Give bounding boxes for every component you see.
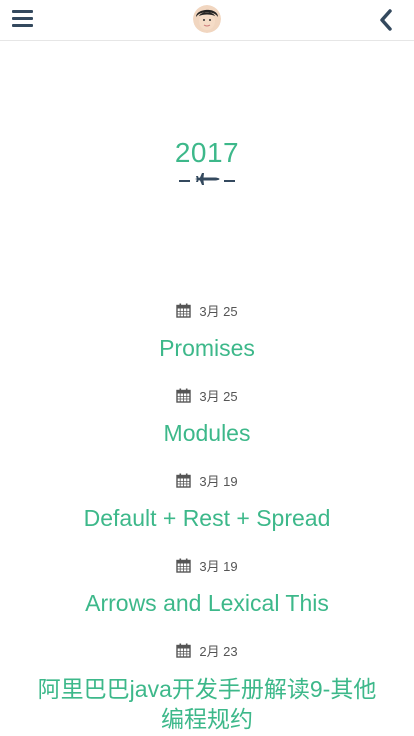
post-item: 3月 19 Default + Rest + Spread: [0, 468, 414, 553]
calendar-icon: [176, 558, 192, 573]
archive-year: 2017: [174, 137, 240, 168]
post-date-text: 2月 23: [199, 643, 238, 659]
post-title-link[interactable]: Modules: [0, 419, 414, 447]
post-list: 3月 25 Promises 3月 25 Modules 3月 19 Defau…: [0, 298, 414, 732]
post-date-text: 3月 25: [199, 303, 238, 319]
divider-dash-left: [179, 180, 190, 182]
post-date: 3月 25: [0, 383, 414, 407]
post-date-text: 3月 25: [199, 388, 238, 404]
post-title-link[interactable]: Arrows and Lexical This: [0, 589, 414, 617]
post-date: 3月 19: [0, 468, 414, 492]
post-title-link[interactable]: 阿里巴巴java开发手册解读9-其他编程规约: [0, 674, 414, 734]
chevron-left-icon[interactable]: [378, 9, 394, 31]
calendar-icon: [176, 473, 192, 488]
avatar[interactable]: [193, 5, 221, 33]
year-divider: [0, 171, 414, 191]
airplane-icon: [194, 171, 220, 192]
calendar-icon: [176, 643, 192, 658]
post-item: 3月 25 Promises: [0, 298, 414, 383]
archive-year-section: 2017: [0, 137, 414, 191]
post-item: 3月 25 Modules: [0, 383, 414, 468]
post-date: 3月 25: [0, 298, 414, 322]
post-title-link[interactable]: Promises: [0, 334, 414, 362]
hamburger-menu-icon[interactable]: [12, 10, 34, 30]
post-date: 3月 19: [0, 553, 414, 577]
post-date-text: 3月 19: [199, 558, 238, 574]
calendar-icon: [176, 388, 192, 403]
post-title-link[interactable]: Default + Rest + Spread: [0, 504, 414, 532]
calendar-icon: [176, 303, 192, 318]
divider-dash-right: [224, 180, 235, 182]
post-item: 2月 23 阿里巴巴java开发手册解读9-其他编程规约: [0, 638, 414, 732]
top-nav-bar: [0, 0, 414, 41]
post-date: 2月 23: [0, 638, 414, 662]
post-item: 3月 19 Arrows and Lexical This: [0, 553, 414, 638]
post-date-text: 3月 19: [199, 473, 238, 489]
